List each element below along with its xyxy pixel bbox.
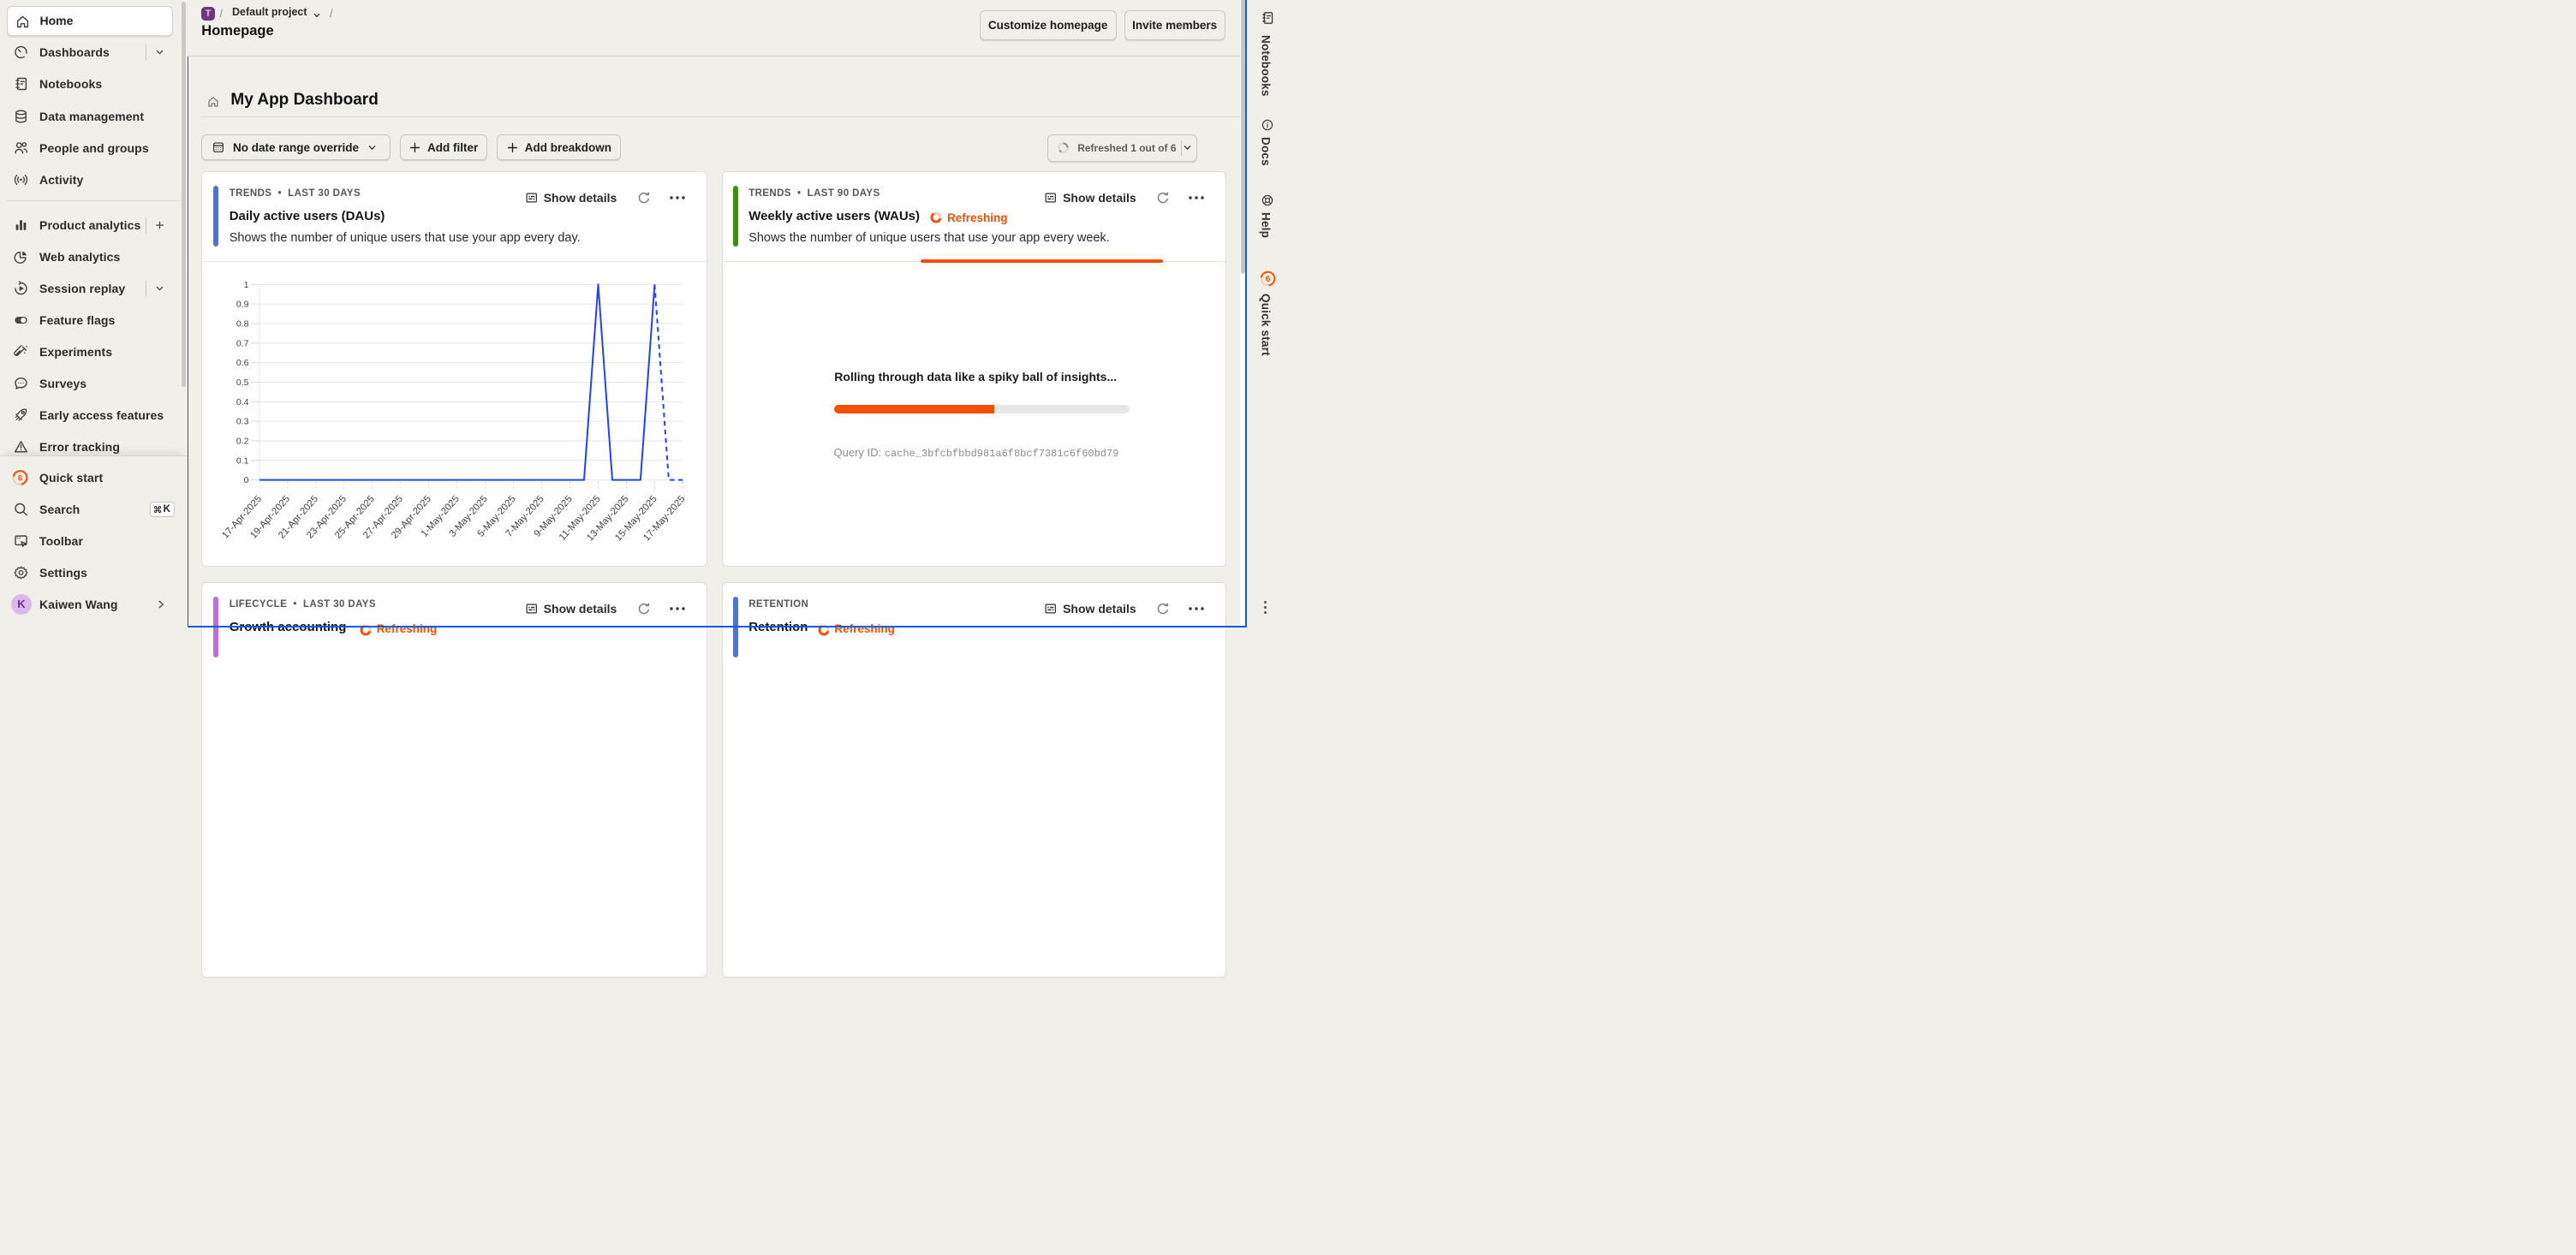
svg-text:0.5: 0.5 (236, 378, 249, 388)
svg-text:0.7: 0.7 (236, 338, 249, 348)
svg-text:0.1: 0.1 (236, 455, 249, 466)
svg-text:0: 0 (243, 475, 248, 485)
svg-text:6: 6 (18, 473, 22, 483)
svg-text:0.6: 0.6 (236, 358, 249, 368)
svg-text:0.9: 0.9 (236, 299, 249, 309)
svg-text:0.4: 0.4 (236, 396, 249, 407)
svg-text:1: 1 (243, 279, 248, 289)
svg-text:0.8: 0.8 (236, 318, 249, 329)
svg-text:0.3: 0.3 (236, 416, 249, 426)
svg-text:0.2: 0.2 (236, 436, 249, 446)
svg-text:6: 6 (1266, 275, 1271, 284)
